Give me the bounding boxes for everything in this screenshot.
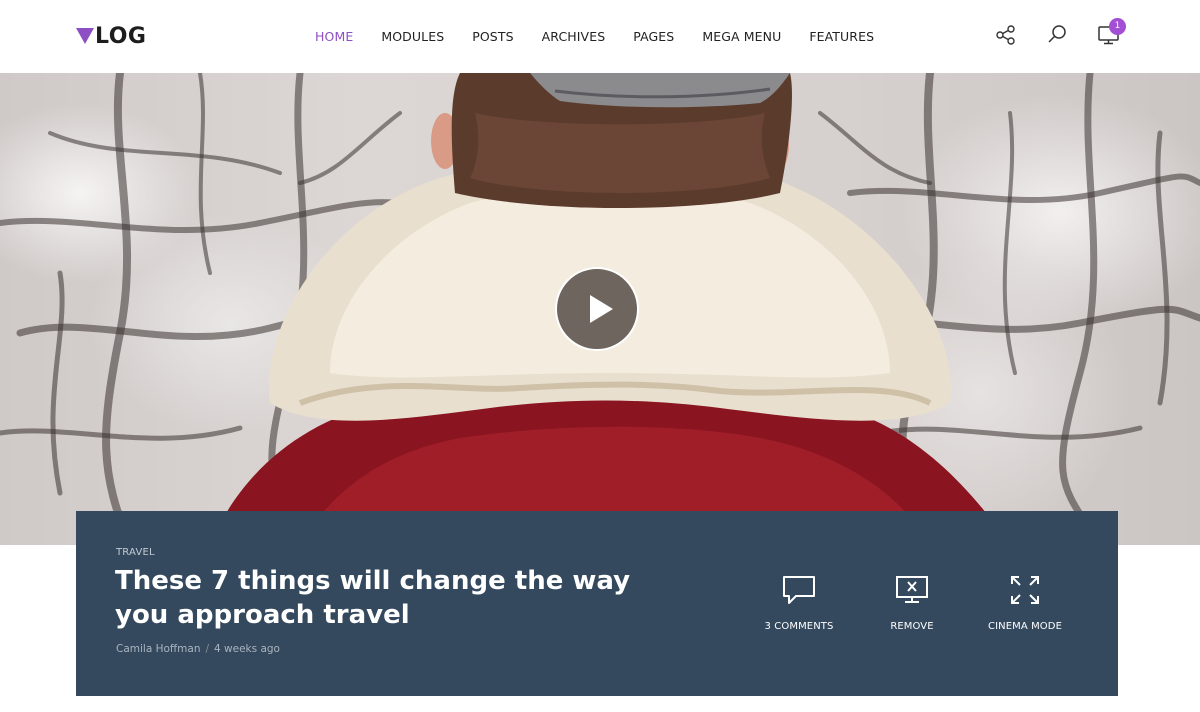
- cinema-mode-button[interactable]: CINEMA MODE: [965, 573, 1085, 632]
- nav-modules[interactable]: MODULES: [381, 29, 444, 44]
- play-icon: [590, 295, 613, 323]
- nav-archives[interactable]: ARCHIVES: [542, 29, 606, 44]
- comments-button[interactable]: 3 COMMENTS: [739, 573, 859, 632]
- share-icon[interactable]: [993, 22, 1019, 48]
- remove-button[interactable]: REMOVE: [852, 573, 972, 632]
- nav-features[interactable]: FEATURES: [809, 29, 874, 44]
- logo-triangle-icon: [76, 28, 94, 44]
- comment-icon: [783, 576, 815, 604]
- site-logo[interactable]: LOG: [76, 22, 147, 50]
- remove-screen-icon: [896, 576, 928, 603]
- cinema-mode-label: CINEMA MODE: [988, 621, 1062, 632]
- comments-label: 3 COMMENTS: [764, 621, 834, 632]
- post-author[interactable]: Camila Hoffman: [116, 643, 200, 655]
- expand-icon: [1011, 576, 1039, 604]
- logo-text: LOG: [95, 23, 147, 49]
- hero-video[interactable]: [0, 73, 1200, 545]
- post-title[interactable]: These 7 things will change the way you a…: [115, 564, 675, 632]
- post-info-panel: TRAVEL These 7 things will change the wa…: [76, 511, 1118, 696]
- nav-home[interactable]: HOME: [315, 29, 353, 44]
- play-button[interactable]: [555, 267, 639, 351]
- remove-label: REMOVE: [890, 621, 934, 632]
- search-icon[interactable]: [1044, 22, 1070, 48]
- post-meta: Camila Hoffman / 4 weeks ago: [116, 643, 280, 655]
- site-header: LOG HOME MODULES POSTS ARCHIVES PAGES ME…: [0, 0, 1200, 73]
- nav-mega-menu[interactable]: MEGA MENU: [702, 29, 781, 44]
- post-category[interactable]: TRAVEL: [116, 547, 155, 558]
- nav-posts[interactable]: POSTS: [472, 29, 513, 44]
- notification-badge: 1: [1109, 18, 1126, 35]
- nav-pages[interactable]: PAGES: [633, 29, 674, 44]
- post-date: 4 weeks ago: [214, 643, 280, 655]
- meta-separator: /: [205, 643, 210, 655]
- main-nav: HOME MODULES POSTS ARCHIVES PAGES MEGA M…: [315, 0, 902, 73]
